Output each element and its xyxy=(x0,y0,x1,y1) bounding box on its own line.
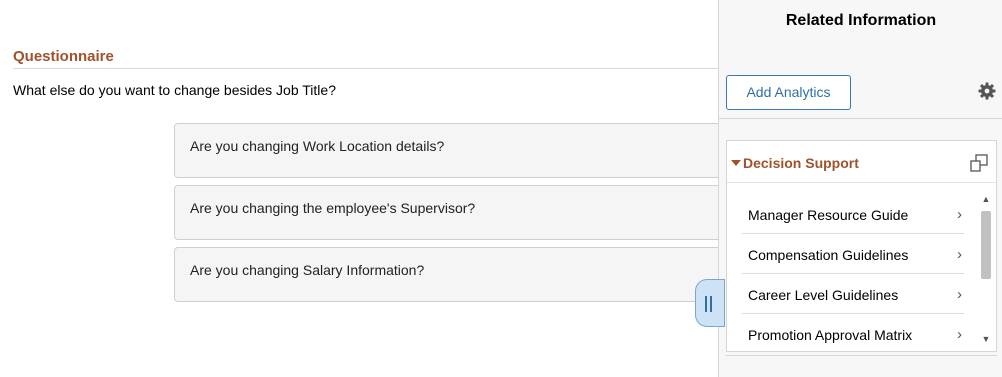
open-window-icon[interactable] xyxy=(969,153,989,173)
related-information-panel: Related Information Add Analytics Decisi… xyxy=(718,0,1002,377)
handle-grip-icon xyxy=(705,296,707,312)
decision-support-tile: Decision Support Manager Resource Guide … xyxy=(726,140,997,352)
list-item-label: Compensation Guidelines xyxy=(748,247,909,263)
questionnaire-title: Questionnaire xyxy=(13,48,114,65)
divider xyxy=(726,355,997,356)
gear-icon[interactable] xyxy=(977,81,997,101)
decision-support-list: Manager Resource Guide › Compensation Gu… xyxy=(742,194,964,346)
question-label: Are you changing Salary Information? xyxy=(190,262,425,278)
panel-collapse-handle[interactable] xyxy=(695,279,725,327)
add-analytics-button[interactable]: Add Analytics xyxy=(726,75,851,110)
list-item-manager-resource-guide[interactable]: Manager Resource Guide › xyxy=(742,194,964,234)
chevron-right-icon: › xyxy=(957,246,962,263)
list-item-label: Career Level Guidelines xyxy=(748,287,899,303)
question-card-work-location[interactable]: Are you changing Work Location details? xyxy=(174,123,734,178)
divider xyxy=(13,68,718,69)
list-item-career-level-guidelines[interactable]: Career Level Guidelines › xyxy=(742,274,964,314)
handle-grip-icon xyxy=(710,296,712,312)
divider xyxy=(719,118,1002,119)
list-item-label: Promotion Approval Matrix xyxy=(748,327,913,343)
chevron-right-icon: › xyxy=(957,286,962,303)
chevron-right-icon: › xyxy=(957,326,962,343)
question-card-salary[interactable]: Are you changing Salary Information? xyxy=(174,247,734,302)
question-label: Are you changing Work Location details? xyxy=(190,138,445,154)
collapse-caret-icon[interactable] xyxy=(731,160,741,166)
main-content: Questionnaire What else do you want to c… xyxy=(0,0,734,377)
scrollbar-thumb[interactable] xyxy=(981,211,991,279)
decision-support-header[interactable]: Decision Support xyxy=(727,141,996,183)
decision-support-title: Decision Support xyxy=(743,155,859,171)
list-item-compensation-guidelines[interactable]: Compensation Guidelines › xyxy=(742,234,964,274)
panel-title: Related Information xyxy=(785,12,937,29)
scroll-down-arrow-icon[interactable]: ▼ xyxy=(981,333,991,345)
scroll-up-arrow-icon[interactable]: ▲ xyxy=(981,193,991,205)
list-scrollbar[interactable]: ▲ ▼ xyxy=(980,193,992,347)
questionnaire-prompt: What else do you want to change besides … xyxy=(13,82,336,98)
question-label: Are you changing the employee's Supervis… xyxy=(190,200,476,216)
chevron-right-icon: › xyxy=(957,206,962,223)
list-item-label: Manager Resource Guide xyxy=(748,207,909,223)
list-item-promotion-approval-matrix[interactable]: Promotion Approval Matrix › xyxy=(742,314,964,346)
question-card-supervisor[interactable]: Are you changing the employee's Supervis… xyxy=(174,185,734,240)
